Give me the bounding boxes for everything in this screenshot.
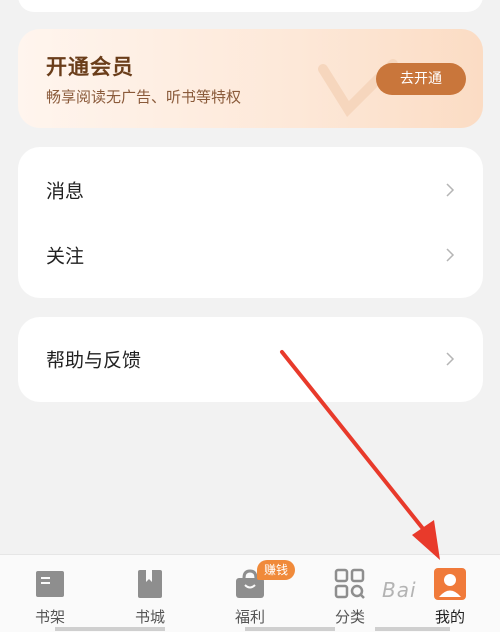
earn-money-badge: 赚钱: [257, 560, 295, 580]
home-indicator: [375, 627, 450, 631]
menu-card-primary: 消息 关注: [18, 147, 483, 298]
menu-row-help[interactable]: 帮助与反馈: [18, 327, 483, 391]
bottom-nav: 书架 书城 福利 分类 我的: [0, 554, 500, 632]
tab-label: 分类: [334, 608, 365, 626]
vip-subtitle: 畅享阅读无广告、听书等特权: [46, 88, 242, 106]
bookshelf-icon: [36, 571, 64, 597]
menu-card-secondary: 帮助与反馈: [18, 317, 483, 402]
tab-label: 书架: [34, 608, 65, 626]
tab-label: 福利: [234, 608, 265, 626]
vip-title: 开通会员: [46, 55, 134, 79]
menu-row-follow[interactable]: 关注: [18, 223, 483, 287]
home-indicator: [245, 627, 335, 631]
menu-row-messages[interactable]: 消息: [18, 158, 483, 222]
menu-label-help: 帮助与反馈: [46, 349, 142, 372]
home-indicator: [55, 627, 165, 631]
menu-label-follow: 关注: [46, 245, 85, 268]
vip-card[interactable]: 开通会员 畅享阅读无广告、听书等特权 去开通: [18, 29, 483, 128]
chevron-right-icon: [446, 352, 455, 366]
watermark: Bai: [382, 578, 417, 602]
menu-label-messages: 消息: [46, 180, 85, 203]
top-card: [18, 0, 483, 12]
tab-bookshelf[interactable]: 书架: [0, 555, 100, 632]
tab-bookstore[interactable]: 书城: [100, 555, 200, 632]
tab-label: 书城: [134, 608, 165, 626]
category-grid-icon: [334, 568, 365, 599]
profile-icon: [434, 568, 466, 600]
bookstore-icon: [138, 570, 162, 598]
chevron-right-icon: [446, 248, 455, 262]
chevron-right-icon: [446, 183, 455, 197]
vip-open-button[interactable]: 去开通: [376, 63, 466, 95]
tab-label: 我的: [434, 608, 465, 626]
